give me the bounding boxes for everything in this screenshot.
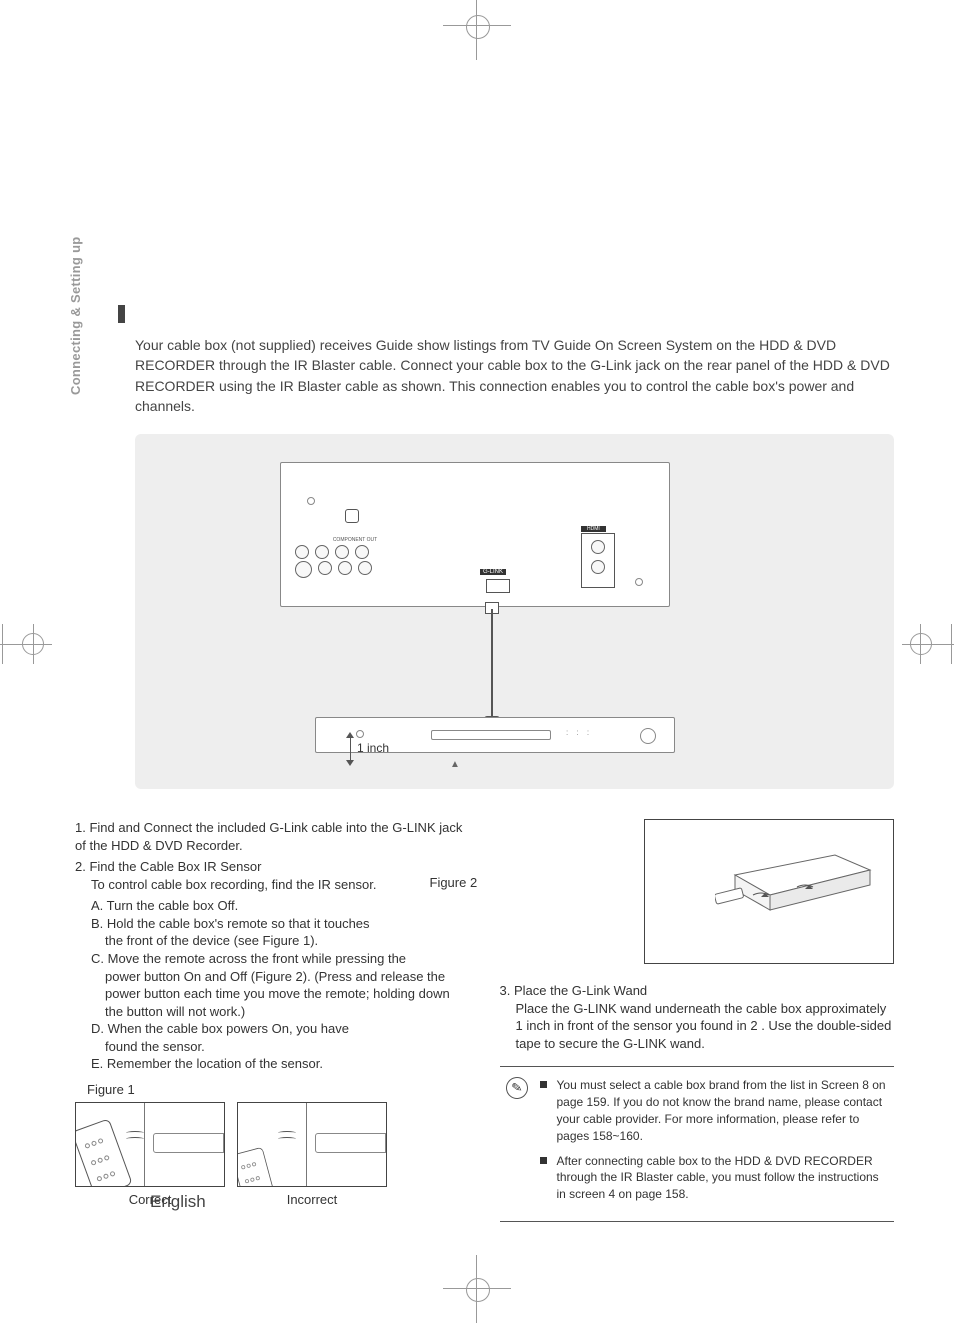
fan-icon — [345, 509, 359, 523]
substep-c: C. Move the remote across the front whil… — [91, 950, 470, 968]
substep-b: B. Hold the cable box's remote so that i… — [91, 915, 470, 933]
substep-e: E. Remember the location of the sensor. — [91, 1055, 470, 1073]
recorder-rear-panel: COMPONENT OUT G-LINK HDMI — [280, 462, 670, 607]
step-3-body: Place the G-LINK wand underneath the cab… — [516, 1000, 895, 1053]
hdmi-port — [581, 533, 615, 588]
substep-d-cont: found the sensor. — [105, 1038, 470, 1056]
figure-2-label: Figure 2 — [430, 874, 478, 892]
substep-a: A. Turn the cable box Off. — [91, 897, 470, 915]
glink-port — [486, 579, 510, 593]
av-jacks: COMPONENT OUT — [295, 537, 415, 593]
figure-1-incorrect — [237, 1102, 387, 1187]
step-1-number: 1. — [75, 820, 86, 835]
substep-d: D. When the cable box powers On, you hav… — [91, 1020, 470, 1038]
section-marker — [118, 305, 125, 323]
figure-1-correct — [75, 1102, 225, 1187]
step-3-title: Place the G-Link Wand — [514, 983, 647, 998]
figure-1-label: Figure 1 — [87, 1081, 470, 1099]
distance-label: 1 inch — [357, 741, 389, 755]
glink-label: G-LINK — [480, 569, 506, 575]
connection-diagram: COMPONENT OUT G-LINK HDMI : : : ▲ 1 inch — [135, 434, 894, 789]
step-2-number: 2. — [75, 859, 86, 874]
substep-b-cont: the front of the device (see Figure 1). — [105, 932, 470, 950]
step-2-body: To control cable box recording, find the… — [91, 876, 470, 894]
step-1-text: Find and Connect the included G-Link cab… — [75, 820, 462, 853]
note-box: ✎ You must select a cable box brand from… — [500, 1066, 895, 1222]
figure-2-diagram — [644, 819, 894, 964]
ir-cable — [491, 609, 493, 727]
intro-paragraph: Your cable box (not supplied) receives G… — [135, 335, 894, 416]
bullet-icon — [540, 1081, 547, 1088]
substep-c-cont: power button On and Off (Figure 2). (Pre… — [105, 968, 470, 1021]
step-2-title: Find the Cable Box IR Sensor — [89, 859, 261, 874]
note-2: After connecting cable box to the HDD & … — [557, 1153, 889, 1203]
note-icon: ✎ — [504, 1076, 529, 1101]
caption-incorrect: Incorrect — [237, 1191, 387, 1209]
hdmi-label: HDMI — [581, 526, 606, 532]
footer-language: English — [150, 1192, 206, 1212]
step-3-number: 3. — [500, 983, 511, 998]
bullet-icon — [540, 1157, 547, 1164]
eject-icon: ▲ — [450, 759, 460, 770]
note-1: You must select a cable box brand from t… — [557, 1077, 889, 1144]
section-tab-label: Connecting & Setting up — [68, 236, 83, 395]
